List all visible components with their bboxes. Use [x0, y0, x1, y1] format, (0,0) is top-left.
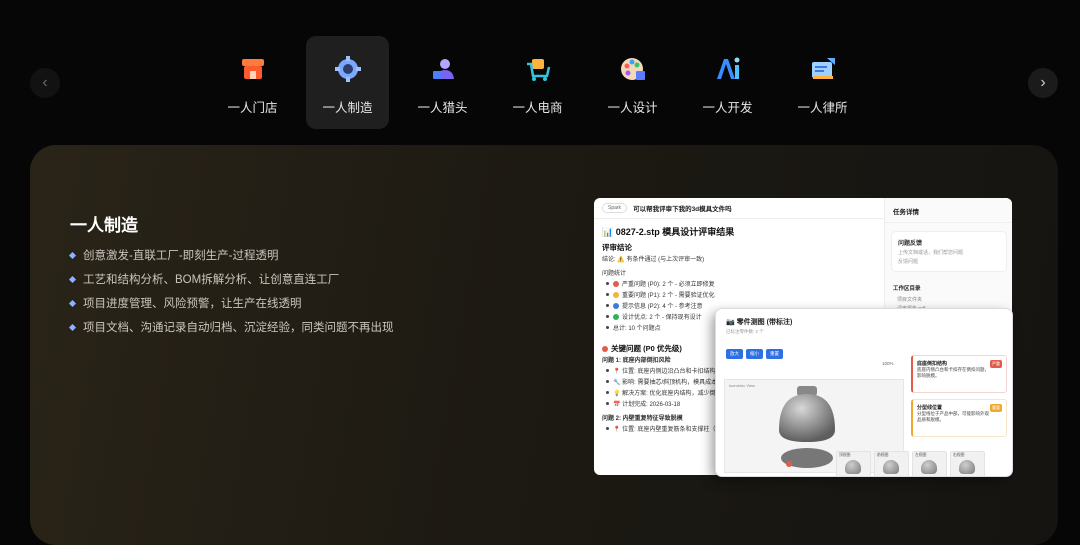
tree-item[interactable]: 项目文件夹: [885, 296, 1012, 305]
view-thumbnails: 顶视图 前视图 左视图 右视图: [836, 451, 985, 476]
tab-development[interactable]: 一人开发: [686, 36, 769, 129]
palette-icon: [618, 54, 648, 84]
tab-headhunter[interactable]: 一人猎头: [401, 36, 484, 129]
issue-card-text: 底座内侧凸台和卡扣存在倒扣问题，影响脱模。: [917, 367, 989, 378]
feature-text: 工艺和结构分析、BOM拆解分析、让创意直连工厂: [83, 274, 340, 286]
feature-text: 项目进度管理、风险预警，让生产在线透明: [83, 298, 302, 310]
feedback-card-title: 问题反馈: [898, 241, 923, 247]
spark-badge: Spark: [602, 203, 628, 213]
panel-title: 一人制造: [70, 216, 138, 235]
headhunter-icon: [428, 54, 458, 84]
section-review: 评审结论: [602, 243, 632, 252]
diamond-bullet-icon: [68, 251, 77, 259]
storefront-icon: [238, 54, 268, 84]
shopping-cart-icon: [523, 54, 553, 84]
feature-text: 创意激发-直联工厂-即刻生产-过程透明: [83, 250, 279, 262]
tab-label: 一人制造: [322, 101, 373, 115]
next-arrow-button[interactable]: ›: [1028, 68, 1058, 98]
diamond-bullet-icon: [68, 275, 77, 283]
gear-icon: [333, 54, 363, 84]
conclusion-text: 结论: ⚠️ 有条件通过 (与上次评审一致): [602, 257, 705, 263]
feedback-card-sub2: 反馈问题: [898, 259, 919, 265]
zoom-out-button[interactable]: 缩小: [746, 349, 763, 359]
chat-header: Spark 可以帮我评审下我的3d模具文件吗: [594, 198, 884, 219]
law-document-icon: [808, 54, 838, 84]
chevron-right-icon: ›: [1040, 74, 1046, 91]
prev-arrow-button[interactable]: ‹: [30, 68, 60, 98]
feature-item: 工艺和结构分析、BOM拆解分析、让创意直连工厂: [68, 267, 394, 291]
view-thumbnail[interactable]: 右视图: [950, 451, 985, 476]
part-drawing-screenshot: 📷 零件测图 (带标注) 已标注零件数: 2 个 放大 缩小 重置 100% I…: [716, 309, 1012, 476]
issue-card-critical[interactable]: 严重 底座倒扣结构 底座内侧凸台和卡扣存在倒扣问题，影响脱模。: [911, 355, 1007, 393]
tab-label: 一人猎头: [417, 101, 468, 115]
feature-list: 创意激发-直联工厂-即刻生产-过程透明 工艺和结构分析、BOM拆解分析、让创意直…: [68, 243, 394, 339]
workspace-section: 工作区目录: [893, 286, 921, 292]
reset-button[interactable]: 重置: [766, 349, 783, 359]
diamond-bullet-icon: [68, 299, 77, 307]
diamond-bullet-icon: [68, 323, 77, 331]
side-title: 任务详情: [885, 198, 1012, 223]
drawing-subtitle: 已标注零件数: 2 个: [726, 329, 764, 334]
tab-label: 一人设计: [607, 101, 658, 115]
tab-manufacturing[interactable]: 一人制造: [306, 36, 389, 129]
view-thumbnail[interactable]: 前视图: [874, 451, 909, 476]
drawing-title: 📷 零件测图 (带标注): [726, 319, 793, 326]
view-thumbnail[interactable]: 顶视图: [836, 451, 871, 476]
drawing-header: 📷 零件测图 (带标注) 已标注零件数: 2 个: [716, 309, 1012, 339]
category-tabs: 一人门店 一人制造 一人猎头 一人电商 一人设计 一人开发 一人律所: [211, 36, 864, 129]
issue-card-important[interactable]: 重要 分型线位置 分型线位于产品中部，可能影响外观品质和脱模。: [911, 399, 1007, 437]
feedback-card[interactable]: 问题反馈 上传文档或话，我们帮您问题 反馈问题: [891, 231, 1007, 272]
chevron-left-icon: ‹: [42, 74, 48, 91]
ai-icon: [713, 54, 743, 84]
severity-tag: 严重: [990, 360, 1002, 368]
user-question: 可以帮我评审下我的3d模具文件吗: [633, 206, 732, 213]
feature-panel: 一人制造 创意激发-直联工厂-即刻生产-过程透明 工艺和结构分析、BOM拆解分析…: [30, 145, 1058, 545]
feature-item: 创意激发-直联工厂-即刻生产-过程透明: [68, 243, 394, 267]
stat-row: 严重问题 (P0): 2 个 - 必须立即修复: [602, 280, 876, 291]
issue-cards: 严重 底座倒扣结构 底座内侧凸台和卡扣存在倒扣问题，影响脱模。 重要 分型线位置…: [911, 355, 1007, 443]
feature-item: 项目进度管理、风险预警，让生产在线透明: [68, 291, 394, 315]
tab-ecommerce[interactable]: 一人电商: [496, 36, 579, 129]
zoom-level: 100%: [882, 361, 894, 366]
stats-title: 问题统计: [602, 271, 627, 277]
tab-design[interactable]: 一人设计: [591, 36, 674, 129]
view-thumbnail[interactable]: 左视图: [912, 451, 947, 476]
tab-label: 一人电商: [512, 101, 563, 115]
tab-label: 一人开发: [702, 101, 753, 115]
severity-tag: 重要: [990, 404, 1002, 412]
stat-row: 重要问题 (P1): 2 个 - 需要验证优化: [602, 291, 876, 302]
tab-label: 一人律所: [797, 101, 848, 115]
tab-label: 一人门店: [227, 101, 278, 115]
view-label: Isometric View: [729, 383, 755, 388]
review-heading: 📊 0827-2.stp 模具设计评审结果: [602, 227, 735, 237]
feature-text: 项目文档、沟通记录自动归档、沉淀经验，同类问题不再出现: [83, 322, 394, 334]
tab-store[interactable]: 一人门店: [211, 36, 294, 129]
feature-item: 项目文档、沟通记录自动归档、沉淀经验，同类问题不再出现: [68, 315, 394, 339]
tab-law-firm[interactable]: 一人律所: [781, 36, 864, 129]
zoom-in-button[interactable]: 放大: [726, 349, 743, 359]
feedback-card-sub: 上传文档或话，我们帮您问题: [898, 250, 964, 256]
issue-card-text: 分型线位于产品中部，可能影响外观品质和脱模。: [917, 411, 989, 422]
